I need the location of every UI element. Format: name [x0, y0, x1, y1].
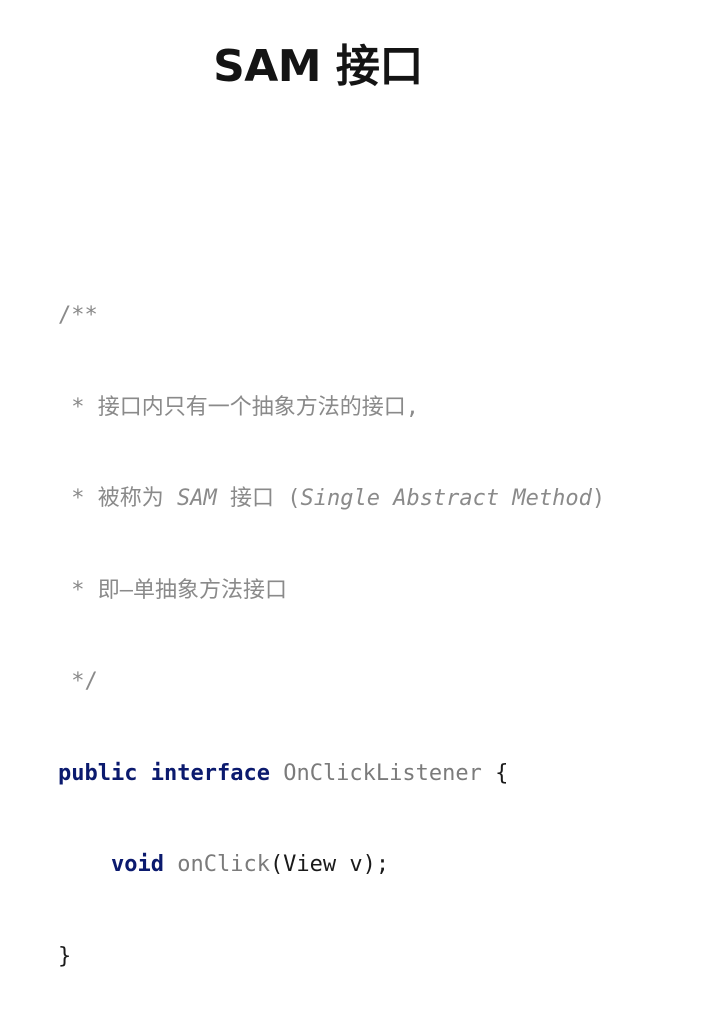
comment-sam: SAM	[176, 486, 217, 511]
interface-name: OnClickListener	[283, 760, 482, 786]
comment-prefix: * 被称为	[58, 486, 177, 511]
code-line-comment-1: * 接口内只有一个抽象方法的接口,	[58, 394, 419, 420]
comment-close-paren: )	[591, 486, 606, 511]
slide: SAM 接口 /** * 接口内只有一个抽象方法的接口, * 被称为 SAM 接…	[0, 0, 720, 969]
code-line-comment-open: /**	[58, 303, 98, 328]
keyword-interface: interface	[150, 760, 270, 786]
slide-title: SAM 接口	[213, 41, 423, 92]
keyword-void: void	[110, 852, 164, 877]
code-line-method: void onClick(View v);	[58, 850, 605, 881]
code-line-interface-decl: public interface OnClickListener {	[58, 759, 605, 790]
code-line-comment-3: * 即—单抽象方法接口	[58, 577, 287, 603]
keyword-public: public	[58, 760, 138, 786]
brace-open: {	[481, 760, 509, 786]
comment-mid: 接口 (	[216, 486, 301, 511]
method-params: (View v);	[269, 852, 390, 877]
comment-term: Single Abstract Method	[300, 486, 592, 511]
code-line-comment-close: */	[58, 669, 98, 694]
code-line-brace-close: }	[58, 943, 72, 969]
method-name: onClick	[177, 852, 270, 877]
code-block: /** * 接口内只有一个抽象方法的接口, * 被称为 SAM 接口 (Sing…	[58, 240, 605, 1033]
code-line-comment-2: * 被称为 SAM 接口 (Single Abstract Method)	[58, 484, 605, 515]
